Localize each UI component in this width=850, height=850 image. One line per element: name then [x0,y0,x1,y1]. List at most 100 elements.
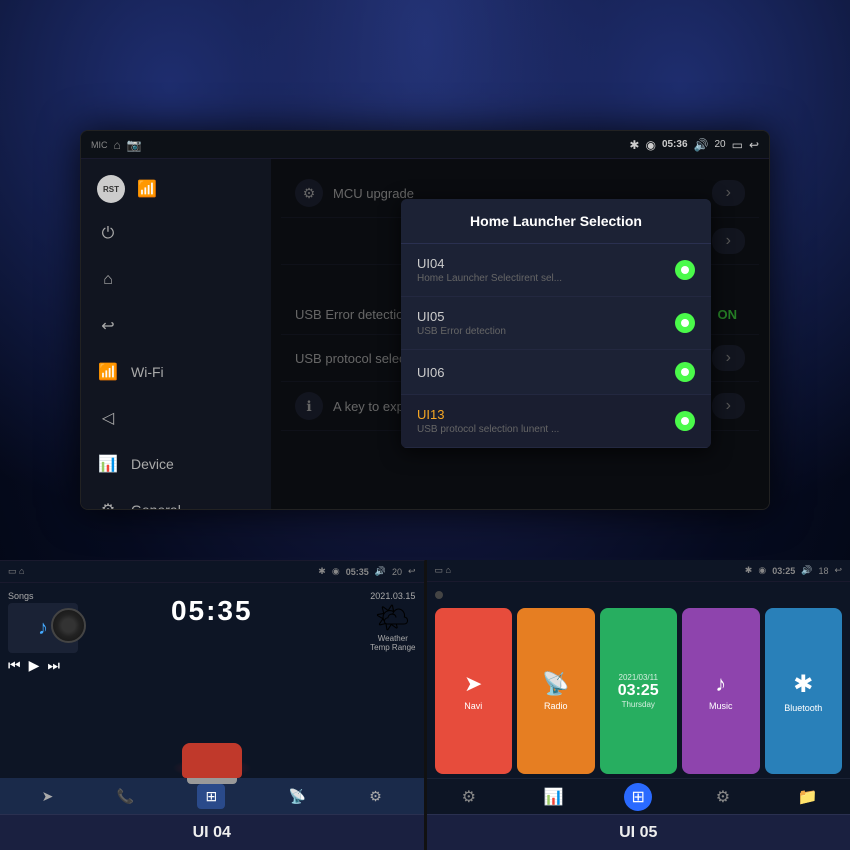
ui04-option-label: UI04 [417,256,562,271]
radio-label: Radio [544,701,568,711]
music-note-icon: ♪ [38,617,48,640]
camera-icon: 📷 [127,138,142,152]
wifi-status-icon: ◉ [645,138,655,152]
tile-radio[interactable]: 📡 Radio [517,608,595,774]
sidebar-item-general[interactable]: ⚙ General [81,487,271,510]
ui05-back-icon: ↩ [834,565,842,576]
ui04-radio [675,260,695,280]
ui04-music-widget: Songs ♪ ⏮ ▶ ⏭ [8,591,98,674]
sidebar-general-label: General [131,502,181,510]
ui05-option-sub: USB Error detection [417,326,506,337]
ui04-wifi-icon: ◉ [332,566,340,577]
status-bar: MIC ⌂ 📷 ✱ ◉ 05:36 🔊 20 ▭ ↩ [81,131,769,159]
modal-item-ui05[interactable]: UI05 USB Error detection [401,297,711,350]
sidebar-wifi-label: Wi-Fi [131,364,164,380]
ui04-status-bar: ▭ ⌂ ✱ ◉ 05:35 🔊 20 ↩ [0,561,424,583]
nav-settings-icon[interactable]: ⚙ [369,788,382,805]
chart-icon[interactable]: 📊 [540,783,568,811]
sidebar-item-back[interactable]: ↩ [81,303,271,349]
home-icon: ⌂ [114,138,121,152]
ui05-label: UI 05 [427,814,850,850]
ui05-time: 03:25 [772,566,795,576]
bluetooth-icon: ✱ [629,138,639,152]
ui05-radio [675,313,695,333]
rst-button[interactable]: RST 📶 [81,167,271,211]
tile-bluetooth[interactable]: ✱ Bluetooth [765,608,843,774]
ui05-dot [427,582,850,608]
device-sidebar-icon: 📊 [97,453,119,475]
music-controls: ⏮ ▶ ⏭ [8,657,98,674]
ui05-status-icons: ▭ ⌂ [435,565,451,576]
songs-label: Songs [8,591,98,601]
radio-icon: 📡 [542,671,569,697]
ui05-vol-icon: 🔊 [801,565,812,576]
ui05-bottom-icons: ⚙ 📊 ⊞ ⚙ 📁 [427,778,850,814]
tile-navi[interactable]: ➤ Navi [435,608,513,774]
rst-circle: RST [97,175,125,203]
ui05-panel: ▭ ⌂ ✱ ◉ 03:25 🔊 18 ↩ ➤ Navi 📡 [427,560,850,850]
ui04-car [172,718,252,778]
car-shape [182,743,242,778]
nav-navigate-icon[interactable]: ➤ [42,788,54,805]
battery-icon: ▭ [732,138,743,152]
status-right: ✱ ◉ 05:36 🔊 20 ▭ ↩ [629,138,759,152]
screen-content: RST 📶 ⏻ ⌂ ↩ 📶 Wi-Fi ◁ [81,159,769,509]
mic-label: MIC [91,140,108,150]
sidebar-item-power[interactable]: ⏻ [81,211,271,257]
clock-day: Thursday [622,700,655,709]
settings-wheel-icon[interactable]: ⚙ [455,783,483,811]
ui05-tiles: ➤ Navi 📡 Radio 2021/03/11 03:25 Thursday… [427,608,850,778]
ui13-option-label: UI13 [417,407,559,422]
ui06-radio [675,362,695,382]
ui06-option-label: UI06 [417,365,444,380]
next-icon[interactable]: ⏭ [47,657,60,674]
modal-item-ui06[interactable]: UI06 [401,350,711,395]
weather-label: WeatherTemp Range [370,634,415,652]
weather-date: 2021.03.15 [370,591,415,601]
grid-icon[interactable]: ⊞ [624,783,652,811]
weather-icon: 🌤 [370,601,415,634]
ui13-radio [675,411,695,431]
home-sidebar-icon: ⌂ [97,269,119,291]
time-display: 05:36 [662,139,688,150]
navi-label: Navi [464,701,482,711]
dot-indicator [435,591,443,599]
rst-label: RST [103,185,119,194]
sidebar-item-vol-down[interactable]: ◁ [81,395,271,441]
sidebar-item-home[interactable]: ⌂ [81,257,271,303]
bluetooth-label: Bluetooth [784,703,822,713]
back-icon[interactable]: ↩ [749,138,759,152]
tile-music[interactable]: ♪ Music [682,608,760,774]
ui04-back-icon: ↩ [408,566,416,577]
sidebar-item-wifi[interactable]: 📶 Wi-Fi [81,349,271,395]
prev-icon[interactable]: ⏮ [8,657,21,674]
sidebar-item-device[interactable]: 📊 Device [81,441,271,487]
ui04-vol-icon: 🔊 [375,566,386,577]
sidebar-device-label: Device [131,456,174,472]
nav-apps-icon[interactable]: ⊞ [197,784,225,809]
modal-item-ui13[interactable]: UI13 USB protocol selection lunent ... [401,395,711,448]
rst-wifi-icon: 📶 [137,179,157,199]
modal-item-ui04[interactable]: UI04 Home Launcher Selectirent sel... [401,244,711,297]
content-area: ⚙ MCU upgrade › › USB Error detection ON [271,159,769,509]
play-icon[interactable]: ▶ [29,657,40,674]
ui04-battery: 20 [392,567,402,577]
navi-icon: ➤ [464,671,482,697]
clock-time: 03:25 [618,682,659,700]
ui05-status-bar: ▭ ⌂ ✱ ◉ 03:25 🔊 18 ↩ [427,560,850,582]
ui05-bt-icon: ✱ [745,565,753,576]
ui04-content: Songs ♪ ⏮ ▶ ⏭ 05:35 2021.03.1 [0,583,424,778]
tile-clock[interactable]: 2021/03/11 03:25 Thursday [600,608,678,774]
nav-phone-icon[interactable]: 📞 [117,788,134,805]
gear-sidebar-icon: ⚙ [97,499,119,510]
folder-icon[interactable]: 📁 [794,783,822,811]
nav-radio-icon[interactable]: 📡 [289,788,306,805]
music-label: Music [709,701,733,711]
power-icon: ⏻ [97,223,119,245]
ui05-option-label: UI05 [417,309,506,324]
gear2-icon[interactable]: ⚙ [709,783,737,811]
main-screen: MIC ⌂ 📷 ✱ ◉ 05:36 🔊 20 ▭ ↩ RST 📶 [80,130,770,510]
ui04-time: 05:35 [346,567,369,577]
ui04-option-sub: Home Launcher Selectirent sel... [417,273,562,284]
modal-title: Home Launcher Selection [401,199,711,244]
